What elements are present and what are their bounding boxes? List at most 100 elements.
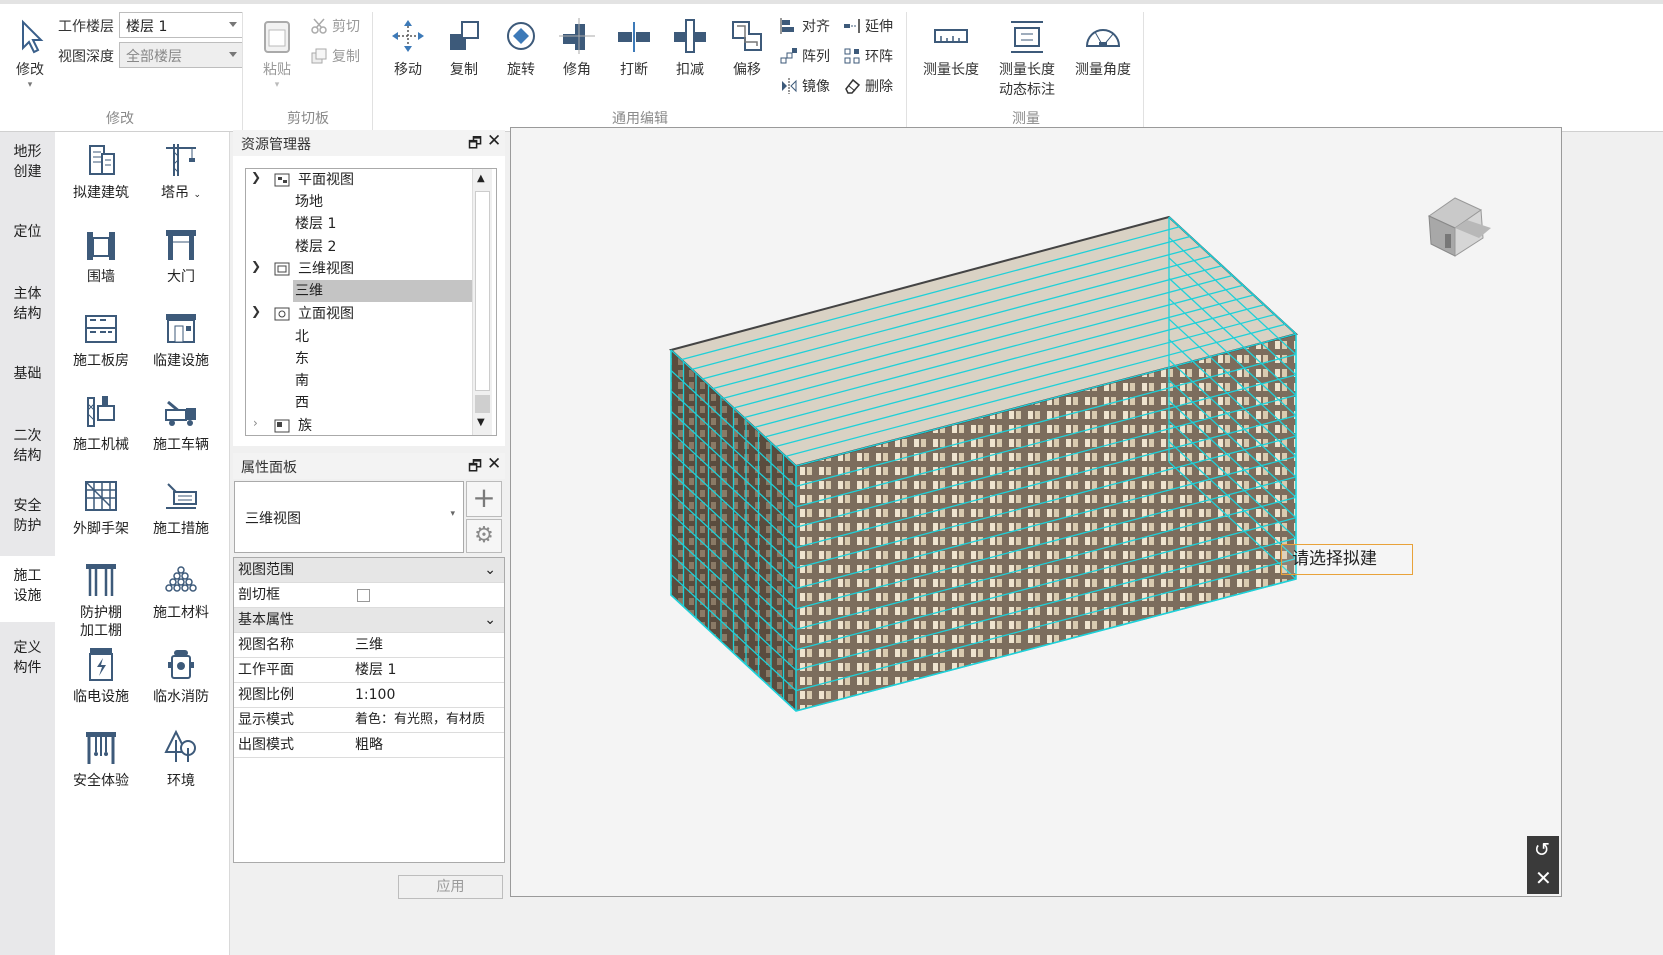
array-button[interactable]: 阵列 <box>780 44 830 68</box>
cut-button[interactable]: 剪切 <box>310 14 360 38</box>
prop-row-display-mode[interactable]: 显示模式 着色：有光照，有材质 <box>234 708 504 733</box>
reset-view-icon[interactable]: ↺ <box>1534 839 1550 861</box>
palette-item-vehicle[interactable]: 施工车辆 <box>139 392 223 454</box>
building-model[interactable] <box>511 128 1561 896</box>
tree-node-floor-2[interactable]: 楼层 2 <box>295 236 336 258</box>
work-floor-select[interactable]: 楼层 1 <box>119 12 243 38</box>
extend-button[interactable]: 延伸 <box>843 14 893 38</box>
deduct-button[interactable]: 扣减 <box>659 12 721 100</box>
category-tab-terrain[interactable]: 地形 创建 <box>0 142 55 182</box>
tree-node-3d[interactable]: 三维 <box>293 280 473 302</box>
category-tab-secondary-structure[interactable]: 二次 结构 <box>0 426 55 466</box>
modify-button[interactable]: 修改 ▾ <box>0 12 60 100</box>
palette-item-temp-facility[interactable]: 临建设施 <box>139 308 223 370</box>
category-tab-construction-facilities[interactable]: 施工 设施 <box>0 556 55 622</box>
palette-item-tower-crane[interactable]: 塔吊 ⌄ <box>139 140 223 204</box>
tree-node-elevation-view[interactable]: 立面视图 <box>298 303 354 325</box>
measure-angle-button[interactable]: 测量角度 <box>1070 12 1136 100</box>
array-icon <box>780 48 797 64</box>
expand-toggle-icon[interactable]: ❯ <box>251 259 261 273</box>
gear-icon[interactable]: ⚙ <box>466 519 502 553</box>
materials-pile-icon <box>165 566 197 592</box>
copy-button[interactable]: 复制 <box>310 44 360 68</box>
3d-viewport[interactable]: 请选择拟建 ↺ ✕ <box>510 127 1562 897</box>
expand-toggle-icon[interactable]: ❯ <box>251 304 261 318</box>
tree-scrollbar[interactable]: ▲ ▼ <box>472 169 492 435</box>
palette-item-site-cabin[interactable]: 施工板房 <box>59 308 143 370</box>
palette-item-gate[interactable]: 大门 <box>139 224 223 286</box>
category-tab-positioning[interactable]: 定位 <box>0 222 55 244</box>
chevron-down-icon[interactable]: ⌄ <box>484 558 496 582</box>
align-button[interactable]: 对齐 <box>780 14 830 38</box>
palette-item-electric[interactable]: 临电设施 <box>59 644 143 706</box>
palette-label: 施工车辆 <box>153 437 209 453</box>
palette-item-materials[interactable]: 施工材料 <box>139 560 223 622</box>
duplicate-button[interactable]: 复制 <box>433 12 495 100</box>
category-tab-safety[interactable]: 安全 防护 <box>0 496 55 536</box>
section-view-range[interactable]: 视图范围 ⌄ <box>234 558 504 583</box>
view-cube-house-icon[interactable] <box>1421 192 1501 272</box>
work-floor-label: 工作楼层 <box>58 19 114 35</box>
scroll-up-icon[interactable]: ▲ <box>477 173 485 184</box>
tree-node-3d-view[interactable]: 三维视图 <box>298 258 354 280</box>
scroll-thumb[interactable] <box>475 191 490 391</box>
protractor-icon <box>1085 29 1121 47</box>
ring-array-button[interactable]: 环阵 <box>843 44 893 68</box>
chevron-down-icon[interactable]: ⌄ <box>484 608 496 632</box>
palette-item-hydrant[interactable]: 临水消防 <box>139 644 223 706</box>
3d-view-icon <box>274 262 290 276</box>
palette-item-machinery[interactable]: 施工机械 <box>59 392 143 454</box>
align-icon <box>780 18 794 34</box>
tree-node-family[interactable]: 族 <box>298 415 312 435</box>
close-view-icon[interactable]: ✕ <box>1535 866 1552 890</box>
tree-node-south[interactable]: 南 <box>295 370 309 392</box>
prop-row-view-name[interactable]: 视图名称 三维 <box>234 633 504 658</box>
prop-row-view-scale[interactable]: 视图比例 1:100 <box>234 683 504 708</box>
trim-button[interactable]: 修角 <box>546 12 608 100</box>
palette-item-scaffold[interactable]: 外脚手架 <box>59 476 143 538</box>
restore-window-icon[interactable]: 🗗 <box>468 456 482 481</box>
break-button[interactable]: 打断 <box>603 12 665 100</box>
scroll-down-icon[interactable]: ▼ <box>477 417 485 428</box>
close-icon[interactable]: ✕ <box>487 131 501 151</box>
close-icon[interactable]: ✕ <box>487 454 501 474</box>
view-depth-select[interactable]: 全部楼层 <box>119 42 243 68</box>
tree-node-site[interactable]: 场地 <box>295 191 323 213</box>
delete-button[interactable]: 删除 <box>843 74 893 98</box>
restore-window-icon[interactable]: 🗗 <box>468 133 482 158</box>
add-icon[interactable]: + <box>466 481 502 517</box>
mirror-button[interactable]: 镜像 <box>780 74 830 98</box>
offset-button[interactable]: 偏移 <box>716 12 778 100</box>
chevron-down-icon[interactable]: ⌄ <box>193 190 201 200</box>
paste-button[interactable]: 粘贴 ▾ <box>246 12 308 100</box>
apply-button[interactable]: 应用 <box>398 875 503 899</box>
tree-node-north[interactable]: 北 <box>295 326 309 348</box>
rotate-button[interactable]: 旋转 <box>490 12 552 100</box>
prop-row-work-plane[interactable]: 工作平面 楼层 1 <box>234 658 504 683</box>
palette-item-proposed-building[interactable]: 拟建建筑 <box>59 140 143 202</box>
palette-item-measures[interactable]: 施工措施 <box>139 476 223 538</box>
prop-row-output-mode[interactable]: 出图模式 粗略 <box>234 733 504 758</box>
collapse-toggle-icon[interactable]: › <box>253 416 258 430</box>
category-tab-custom-components[interactable]: 定义 构件 <box>0 638 55 678</box>
tree-node-west[interactable]: 西 <box>295 392 309 414</box>
view-type-selector[interactable]: 三维视图 ▾ <box>234 481 464 553</box>
move-button[interactable]: 移动 <box>377 12 439 100</box>
tree-node-floor-1[interactable]: 楼层 1 <box>295 213 336 235</box>
expand-toggle-icon[interactable]: ❯ <box>251 170 261 184</box>
chevron-down-icon[interactable]: ▾ <box>0 80 60 90</box>
category-tab-foundation[interactable]: 基础 <box>0 364 55 386</box>
properties-grid: 视图范围 ⌄ 剖切框 基本属性 ⌄ 视图名称 三维 工作平面 楼层 1 视图比例… <box>233 557 505 863</box>
section-box-checkbox[interactable] <box>357 589 370 602</box>
palette-item-environment[interactable]: 环境 <box>139 728 223 790</box>
tree-node-east[interactable]: 东 <box>295 348 309 370</box>
measure-dynamic-button[interactable]: 测量长度 动态标注 <box>994 12 1060 100</box>
measure-length-button[interactable]: 测量长度 <box>918 12 984 100</box>
tree-node-plan-view[interactable]: 平面视图 <box>298 169 354 191</box>
palette-label: 围墙 <box>87 269 115 285</box>
palette-item-protective-shed[interactable]: 防护棚 加工棚 <box>59 560 143 640</box>
category-tab-main-structure[interactable]: 主体 结构 <box>0 284 55 324</box>
palette-item-safety-experience[interactable]: 安全体验 <box>59 728 143 790</box>
section-basic[interactable]: 基本属性 ⌄ <box>234 608 504 633</box>
palette-item-wall[interactable]: 围墙 <box>59 224 143 286</box>
